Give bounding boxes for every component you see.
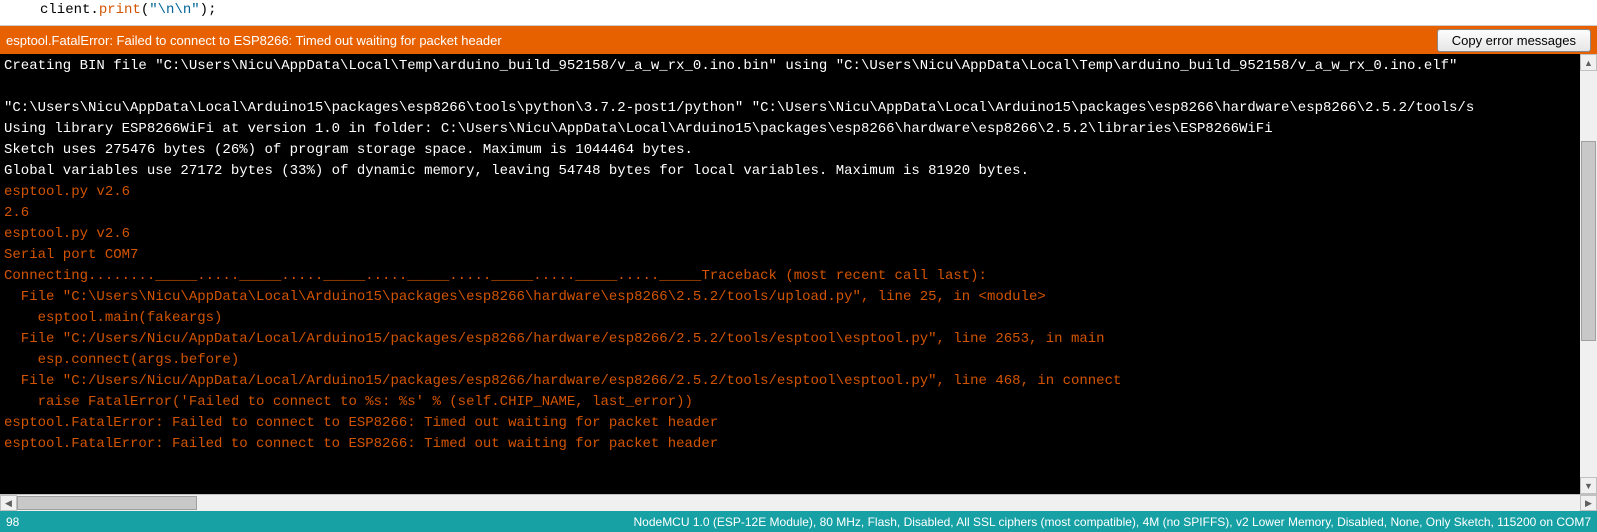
scroll-up-button[interactable]: ▲ (1580, 54, 1597, 71)
vertical-scroll-thumb[interactable] (1581, 141, 1596, 341)
console-line: esptool.py v2.6 (4, 224, 1576, 245)
code-object: client (40, 2, 90, 18)
console-wrap: Creating BIN file "C:\Users\Nicu\AppData… (0, 54, 1597, 494)
horizontal-scrollbar[interactable]: ◀ ▶ (0, 494, 1597, 511)
console-line: File "C:/Users/Nicu/AppData/Local/Arduin… (4, 329, 1576, 350)
status-bar: 98 NodeMCU 1.0 (ESP-12E Module), 80 MHz,… (0, 511, 1597, 532)
console-line: esptool.FatalError: Failed to connect to… (4, 413, 1576, 434)
console-line: esp.connect(args.before) (4, 350, 1576, 371)
console-line: Connecting........_____....._____.....__… (4, 266, 1576, 287)
copy-error-button[interactable]: Copy error messages (1437, 29, 1591, 52)
status-board-info: NodeMCU 1.0 (ESP-12E Module), 80 MHz, Fl… (634, 515, 1592, 529)
console-line: raise FatalError('Failed to connect to %… (4, 392, 1576, 413)
console-line: esptool.main(fakeargs) (4, 308, 1576, 329)
console-line: File "C:/Users/Nicu/AppData/Local/Arduin… (4, 371, 1576, 392)
scroll-left-button[interactable]: ◀ (0, 495, 17, 511)
console-output[interactable]: Creating BIN file "C:\Users\Nicu\AppData… (0, 54, 1580, 494)
code-editor-line[interactable]: client.print("\n\n"); (0, 0, 1597, 26)
error-banner: esptool.FatalError: Failed to connect to… (0, 26, 1597, 54)
console-line: Creating BIN file "C:\Users\Nicu\AppData… (4, 56, 1576, 77)
horizontal-scroll-thumb[interactable] (17, 496, 197, 510)
console-line: Sketch uses 275476 bytes (26%) of progra… (4, 140, 1576, 161)
console-line (4, 455, 1576, 476)
code-function: print (99, 2, 141, 18)
console-line: Using library ESP8266WiFi at version 1.0… (4, 119, 1576, 140)
vertical-scroll-track[interactable] (1580, 71, 1597, 477)
console-line: esptool.py v2.6 (4, 182, 1576, 203)
console-line: File "C:\Users\Nicu\AppData\Local\Arduin… (4, 287, 1576, 308)
console-line: esptool.FatalError: Failed to connect to… (4, 434, 1576, 455)
scroll-right-button[interactable]: ▶ (1580, 495, 1597, 511)
console-line: "C:\Users\Nicu\AppData\Local\Arduino15\p… (4, 98, 1576, 119)
error-banner-text: esptool.FatalError: Failed to connect to… (6, 33, 1437, 48)
console-line (4, 77, 1576, 98)
code-string: "\n\n" (149, 2, 199, 18)
console-line: Serial port COM7 (4, 245, 1576, 266)
console-line: Global variables use 27172 bytes (33%) o… (4, 161, 1576, 182)
horizontal-scroll-track[interactable] (17, 495, 1580, 511)
console-line: 2.6 (4, 203, 1576, 224)
vertical-scrollbar[interactable]: ▲ ▼ (1580, 54, 1597, 494)
scroll-down-button[interactable]: ▼ (1580, 477, 1597, 494)
status-line-number: 98 (6, 515, 634, 529)
code-tail: ); (200, 2, 217, 18)
